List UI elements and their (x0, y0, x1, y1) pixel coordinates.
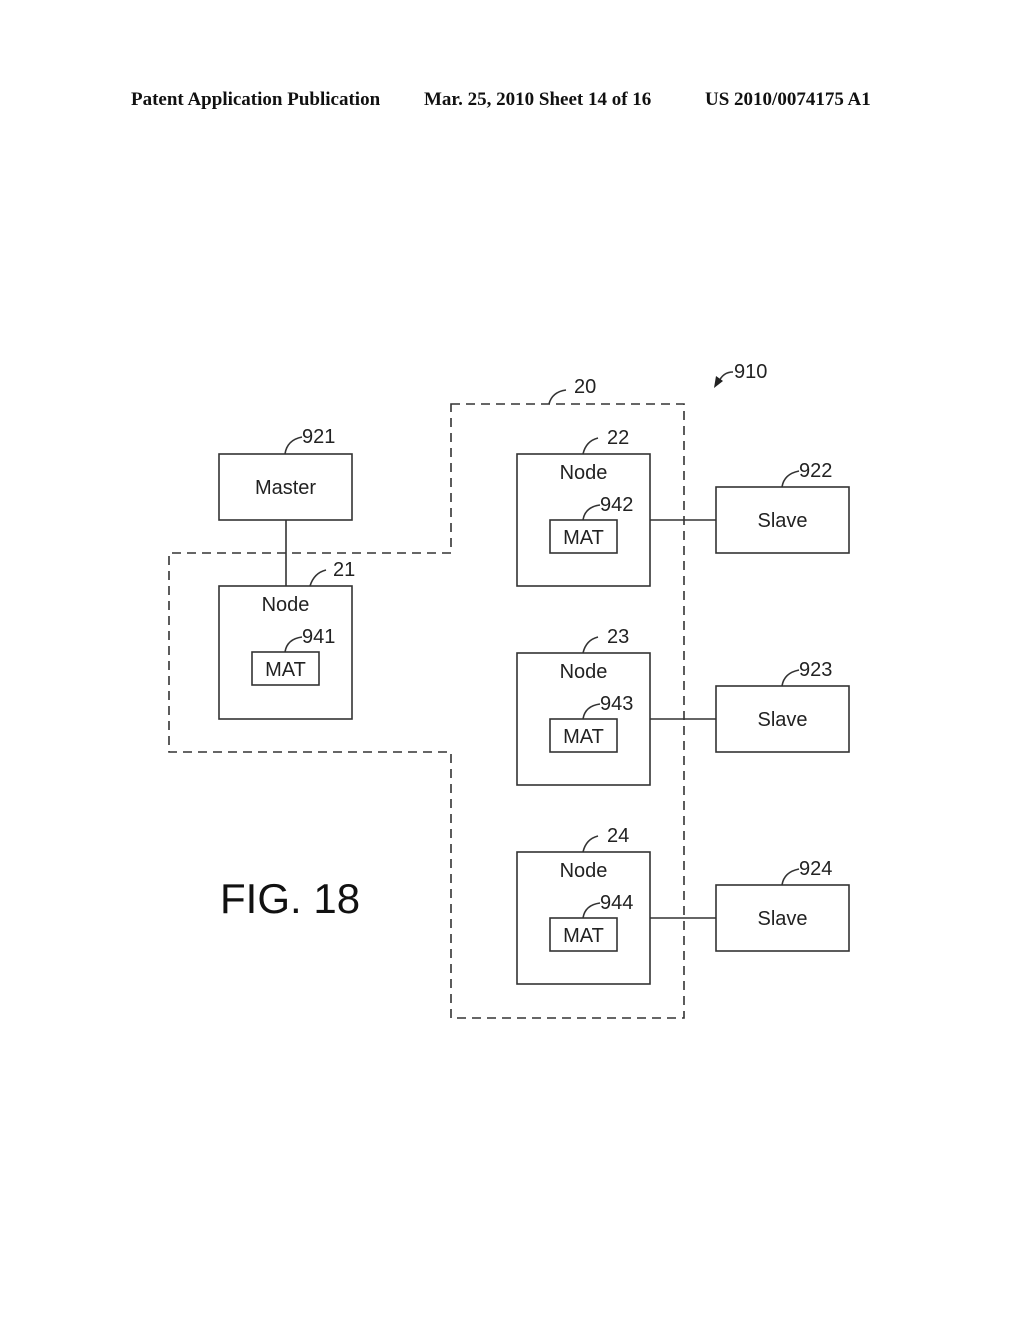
node-label: Node (262, 594, 310, 616)
figure-label: FIG. 18 (220, 875, 360, 922)
node-ref: 21 (333, 559, 355, 581)
reference-leader (781, 669, 800, 687)
node-label: Node (560, 860, 608, 882)
node-ref: 22 (607, 427, 629, 449)
system-ref-label: 910 (734, 361, 767, 383)
mat-label: MAT (563, 726, 604, 748)
mat-ref: 942 (600, 494, 633, 516)
mat-label: MAT (563, 527, 604, 549)
node-label: Node (560, 661, 608, 683)
mat-ref: 941 (302, 626, 335, 648)
mat-label: MAT (265, 659, 306, 681)
reference-leader (284, 436, 303, 455)
node-block-23: Node 23 MAT 943 (516, 626, 651, 786)
node-block-22: Node 22 MAT 942 (516, 427, 651, 587)
figure-diagram: 910 20 Master 921 Node 21 MAT 941 Node 2… (168, 361, 850, 1019)
system-reference: 910 (714, 361, 767, 388)
slave-label: Slave (757, 510, 807, 532)
group-ref-label: 20 (574, 376, 596, 398)
reference-leader (582, 835, 599, 853)
mat-label: MAT (563, 925, 604, 947)
master-ref: 921 (302, 426, 335, 448)
slave-ref: 924 (799, 858, 832, 880)
reference-leader (582, 437, 599, 455)
reference-leader (548, 389, 567, 405)
reference-leader (309, 569, 327, 587)
slave-label: Slave (757, 709, 807, 731)
slave-label: Slave (757, 908, 807, 930)
node-label: Node (560, 462, 608, 484)
node-block-21: Node 21 MAT 941 (218, 559, 355, 720)
slave-block-922: Slave 922 (715, 460, 850, 554)
slave-block-923: Slave 923 (715, 659, 850, 753)
reference-leader (781, 868, 800, 886)
master-label: Master (255, 477, 316, 499)
slave-ref: 923 (799, 659, 832, 681)
group-reference: 20 (548, 376, 596, 405)
slave-ref: 922 (799, 460, 832, 482)
node-block-24: Node 24 MAT 944 (516, 825, 651, 985)
node-ref: 24 (607, 825, 629, 847)
mat-ref: 943 (600, 693, 633, 715)
node-ref: 23 (607, 626, 629, 648)
mat-ref: 944 (600, 892, 633, 914)
reference-leader (582, 636, 599, 654)
master-block: Master 921 (218, 426, 353, 521)
reference-leader (781, 470, 800, 488)
slave-block-924: Slave 924 (715, 858, 850, 952)
